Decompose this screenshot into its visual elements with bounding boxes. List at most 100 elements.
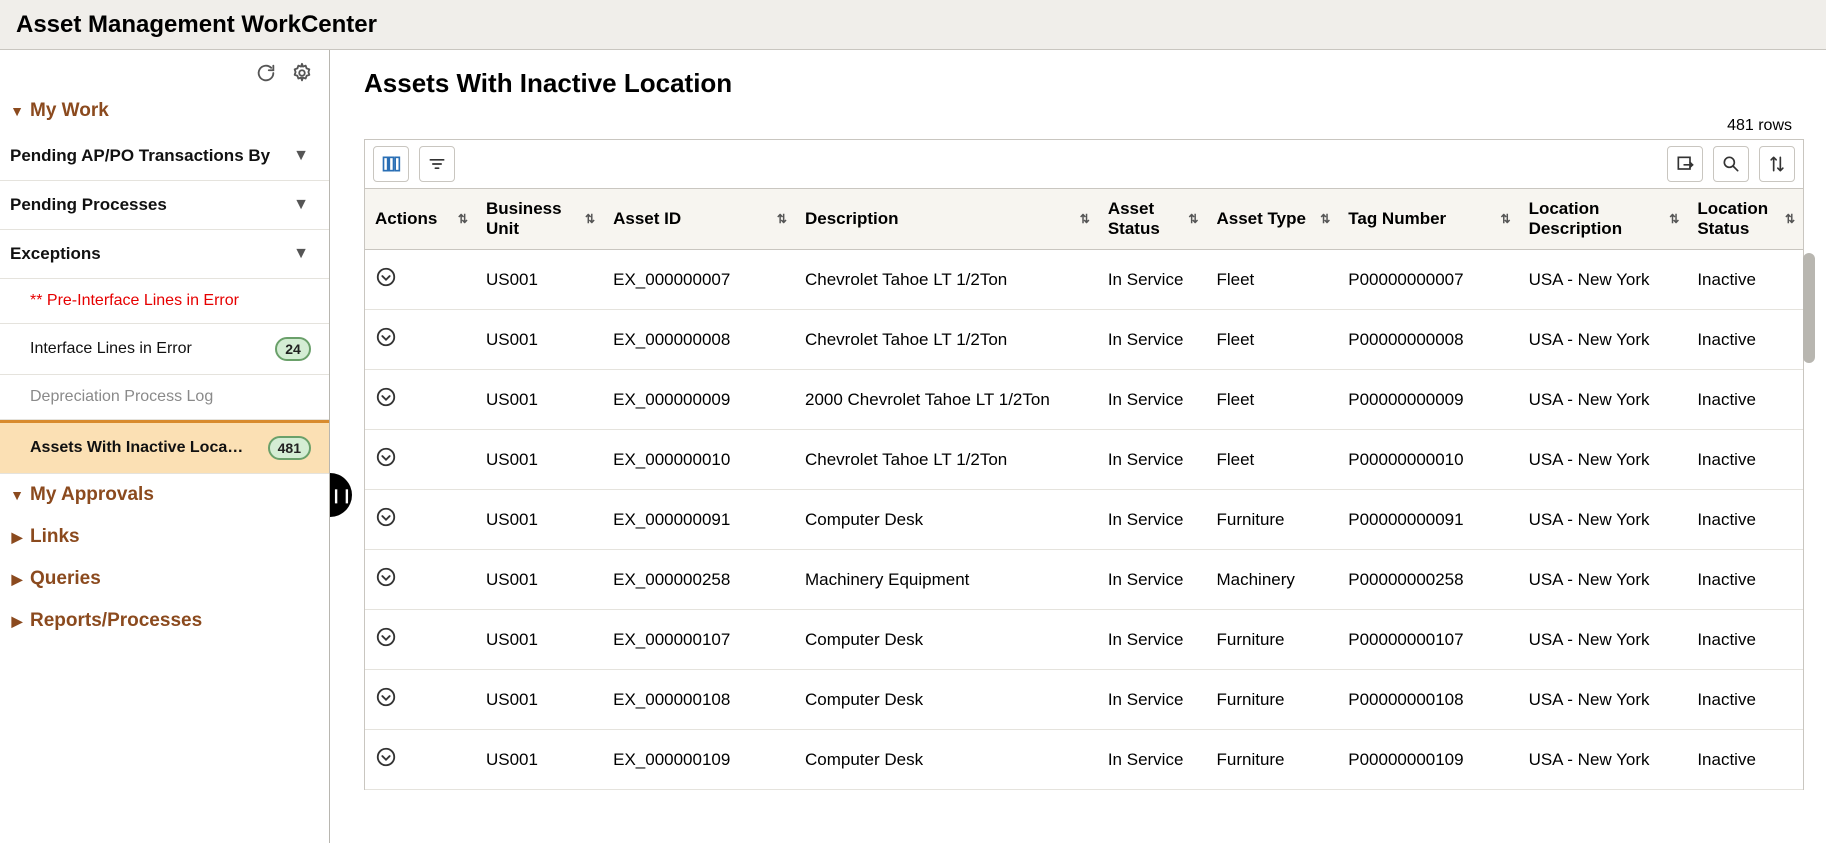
count-badge: 481	[268, 436, 311, 460]
row-actions-menu-icon[interactable]	[375, 446, 397, 468]
cell-location-status: Inactive	[1687, 730, 1803, 790]
cell-asset-type: Fleet	[1206, 310, 1338, 370]
chevron-right-icon: ▶	[10, 529, 24, 546]
row-actions-menu-icon[interactable]	[375, 386, 397, 408]
nav-section-links[interactable]: ▶ Links	[0, 516, 329, 558]
sort-icon: ⇅	[1669, 212, 1679, 226]
row-actions-menu-icon[interactable]	[375, 746, 397, 768]
nav-section-my-work[interactable]: ▼ My Work	[0, 90, 329, 132]
search-button[interactable]	[1713, 146, 1749, 182]
col-asset-id[interactable]: Asset ID⇅	[603, 189, 795, 250]
chevron-down-icon: ▼	[293, 196, 309, 214]
col-business-unit[interactable]: Business Unit⇅	[476, 189, 603, 250]
sort-icon: ⇅	[777, 212, 787, 226]
cell-location-description: USA - New York	[1519, 610, 1688, 670]
cell-location-description: USA - New York	[1519, 730, 1688, 790]
row-actions-menu-icon[interactable]	[375, 626, 397, 648]
col-asset-status[interactable]: Asset Status⇅	[1098, 189, 1207, 250]
export-button[interactable]	[1667, 146, 1703, 182]
cell-tag-number: P00000000108	[1338, 670, 1518, 730]
cell-tag-number: P00000000009	[1338, 370, 1518, 430]
cell-location-description: USA - New York	[1519, 430, 1688, 490]
nav-item-label: Exceptions	[10, 244, 101, 264]
row-actions-menu-icon[interactable]	[375, 566, 397, 588]
nav-sub-assets-inactive-location[interactable]: Assets With Inactive Loca… 481	[0, 420, 329, 474]
count-badge: 24	[275, 337, 311, 361]
sort-icon: ⇅	[1320, 212, 1330, 226]
cell-asset-type: Fleet	[1206, 250, 1338, 310]
nav-item-pending-ap-po[interactable]: Pending AP/PO Transactions By ▼	[0, 132, 329, 181]
cell-description: Chevrolet Tahoe LT 1/2Ton	[795, 250, 1098, 310]
sidebar: ▼ My Work Pending AP/PO Transactions By …	[0, 50, 330, 843]
cell-description: Machinery Equipment	[795, 550, 1098, 610]
nav-item-label: Pending Processes	[10, 195, 167, 215]
table-row: US001 EX_000000008 Chevrolet Tahoe LT 1/…	[365, 310, 1803, 370]
sort-button[interactable]	[1759, 146, 1795, 182]
nav-label: Queries	[30, 568, 101, 590]
row-actions-menu-icon[interactable]	[375, 266, 397, 288]
cell-location-status: Inactive	[1687, 310, 1803, 370]
row-count-label: 481 rows	[364, 117, 1816, 135]
table-row: US001 EX_000000010 Chevrolet Tahoe LT 1/…	[365, 430, 1803, 490]
cell-description: Chevrolet Tahoe LT 1/2Ton	[795, 310, 1098, 370]
table-row: US001 EX_000000258 Machinery Equipment I…	[365, 550, 1803, 610]
nav-sub-interface-errors[interactable]: Interface Lines in Error 24	[0, 324, 329, 375]
table-wrap: Actions⇅ Business Unit⇅ Asset ID⇅ Descri…	[364, 189, 1804, 790]
cell-asset-type: Machinery	[1206, 550, 1338, 610]
cell-location-status: Inactive	[1687, 430, 1803, 490]
col-location-description[interactable]: Location Description⇅	[1519, 189, 1688, 250]
nav-label: Links	[30, 526, 80, 548]
row-actions-menu-icon[interactable]	[375, 326, 397, 348]
cell-description: Computer Desk	[795, 730, 1098, 790]
cell-asset-id: EX_000000007	[603, 250, 795, 310]
cell-asset-type: Furniture	[1206, 670, 1338, 730]
table-row: US001 EX_000000009 2000 Chevrolet Tahoe …	[365, 370, 1803, 430]
nav-label: My Work	[30, 100, 109, 122]
nav-label: Reports/Processes	[30, 610, 202, 632]
nav-sub-label: ** Pre-Interface Lines in Error	[30, 292, 239, 310]
cell-asset-id: EX_000000008	[603, 310, 795, 370]
cell-business-unit: US001	[476, 610, 603, 670]
nav-section-queries[interactable]: ▶ Queries	[0, 558, 329, 600]
cell-description: 2000 Chevrolet Tahoe LT 1/2Ton	[795, 370, 1098, 430]
cell-business-unit: US001	[476, 430, 603, 490]
cell-description: Chevrolet Tahoe LT 1/2Ton	[795, 430, 1098, 490]
nav-item-label: Pending AP/PO Transactions By	[10, 146, 270, 166]
col-actions[interactable]: Actions⇅	[365, 189, 476, 250]
cell-asset-status: In Service	[1098, 490, 1207, 550]
row-actions-menu-icon[interactable]	[375, 686, 397, 708]
sort-icon: ⇅	[1785, 212, 1795, 226]
chevron-down-icon: ▼	[10, 487, 24, 503]
cell-asset-id: EX_000000108	[603, 670, 795, 730]
col-tag-number[interactable]: Tag Number⇅	[1338, 189, 1518, 250]
chevron-right-icon: ▶	[10, 613, 24, 630]
nav-item-exceptions[interactable]: Exceptions ▼	[0, 230, 329, 279]
cell-location-status: Inactive	[1687, 370, 1803, 430]
row-actions-menu-icon[interactable]	[375, 506, 397, 528]
cell-tag-number: P00000000109	[1338, 730, 1518, 790]
col-description[interactable]: Description⇅	[795, 189, 1098, 250]
table-row: US001 EX_000000109 Computer Desk In Serv…	[365, 730, 1803, 790]
table-row: US001 EX_000000091 Computer Desk In Serv…	[365, 490, 1803, 550]
refresh-icon[interactable]	[253, 60, 279, 86]
filter-button[interactable]	[419, 146, 455, 182]
sort-icon: ⇅	[1188, 212, 1198, 226]
gear-icon[interactable]	[289, 60, 315, 86]
nav-section-reports[interactable]: ▶ Reports/Processes	[0, 600, 329, 642]
scrollbar-thumb[interactable]	[1803, 253, 1815, 363]
sort-icon: ⇅	[1501, 212, 1511, 226]
col-location-status[interactable]: Location Status⇅	[1687, 189, 1803, 250]
nav-sub-label: Interface Lines in Error	[30, 340, 192, 358]
table-row: US001 EX_000000108 Computer Desk In Serv…	[365, 670, 1803, 730]
cell-asset-status: In Service	[1098, 250, 1207, 310]
nav-item-pending-processes[interactable]: Pending Processes ▼	[0, 181, 329, 230]
columns-button[interactable]	[373, 146, 409, 182]
cell-business-unit: US001	[476, 730, 603, 790]
sort-icon: ⇅	[458, 212, 468, 226]
nav-section-my-approvals[interactable]: ▼ My Approvals	[0, 474, 329, 516]
nav-sub-pre-interface-errors[interactable]: ** Pre-Interface Lines in Error	[0, 279, 329, 324]
nav-sub-label: Depreciation Process Log	[30, 388, 213, 406]
cell-location-description: USA - New York	[1519, 250, 1688, 310]
col-asset-type[interactable]: Asset Type⇅	[1206, 189, 1338, 250]
nav-sub-depreciation-log[interactable]: Depreciation Process Log	[0, 375, 329, 420]
